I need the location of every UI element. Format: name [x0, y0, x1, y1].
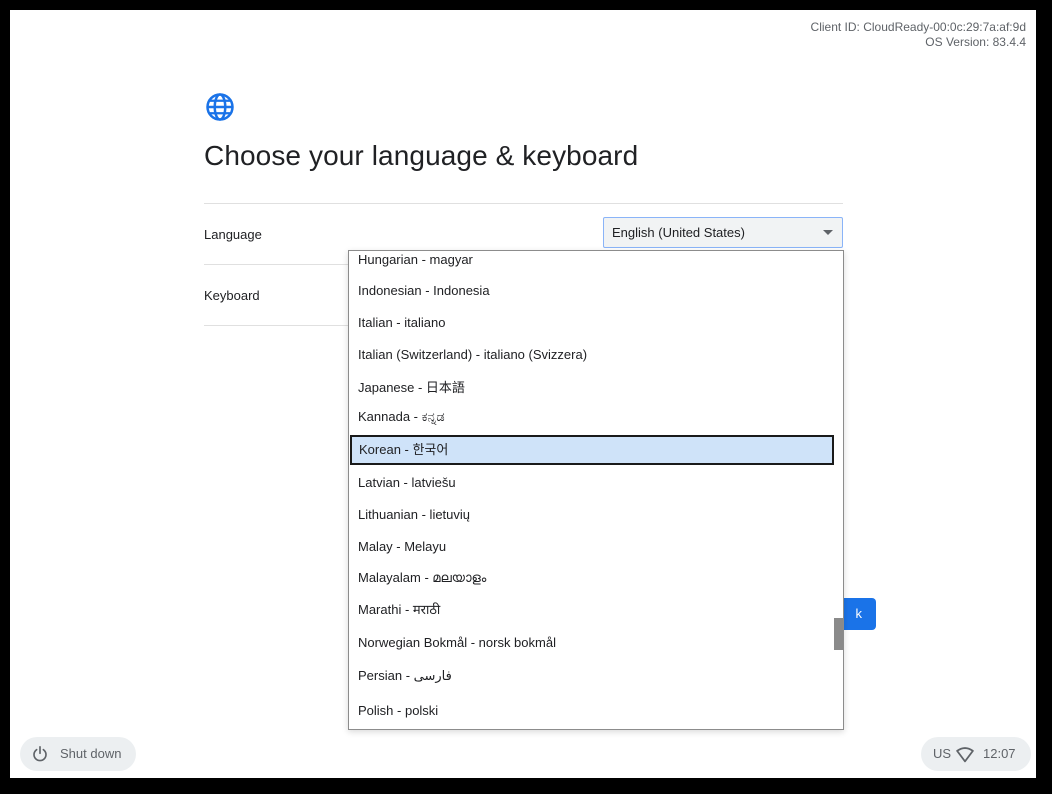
globe-icon [206, 93, 234, 121]
dropdown-scrollbar[interactable] [834, 618, 843, 650]
divider-top [204, 203, 843, 204]
language-option[interactable]: Japanese - 日本語 [349, 373, 835, 403]
language-option[interactable]: Kannada - ಕನ್ನಡ [349, 402, 835, 432]
shutdown-button[interactable]: Shut down [20, 737, 136, 771]
language-option[interactable]: Malay - Melayu [349, 532, 835, 562]
keyboard-label: Keyboard [204, 288, 260, 303]
page-title: Choose your language & keyboard [204, 140, 639, 171]
language-select[interactable]: English (United States) [603, 217, 843, 248]
oobe-screen: Client ID: CloudReady-00:0c:29:7a:af:9d … [10, 10, 1036, 778]
power-icon [33, 746, 47, 762]
dropdown-caret-icon [823, 230, 833, 235]
language-option[interactable]: Italian - italiano [349, 308, 835, 338]
language-label: Language [204, 227, 262, 242]
wifi-icon [956, 747, 974, 763]
client-info: Client ID: CloudReady-00:0c:29:7a:af:9d … [811, 20, 1026, 50]
language-dropdown-list[interactable]: Hungarian - magyar Indonesian - Indonesi… [348, 250, 844, 730]
language-option-highlighted[interactable]: Korean - 한국어 [350, 435, 834, 465]
language-option[interactable]: Hungarian - magyar [349, 251, 835, 275]
shutdown-label: Shut down [60, 746, 122, 761]
os-version-text: OS Version: 83.4.4 [925, 35, 1026, 49]
language-option[interactable]: Indonesian - Indonesia [349, 276, 835, 306]
language-option[interactable]: Marathi - मराठी [349, 595, 835, 625]
keyboard-layout-indicator: US [933, 746, 952, 761]
language-select-value: English (United States) [612, 225, 745, 240]
language-option[interactable]: Polish - polski [349, 696, 835, 726]
language-option[interactable]: Latvian - latviešu [349, 468, 835, 498]
next-button-label: k [855, 606, 863, 621]
language-option[interactable]: Malayalam - മലയാളം [349, 563, 835, 593]
client-id-text: Client ID: CloudReady-00:0c:29:7a:af:9d [810, 20, 1026, 34]
status-area[interactable]: US 12:07 [921, 737, 1031, 771]
language-option[interactable]: Norwegian Bokmål - norsk bokmål [349, 628, 835, 658]
language-option[interactable]: Persian - فارسی [349, 661, 835, 691]
clock-time: 12:07 [983, 746, 1016, 761]
language-option[interactable]: Lithuanian - lietuvių [349, 500, 835, 530]
language-option[interactable]: Italian (Switzerland) - italiano (Svizze… [349, 340, 835, 370]
